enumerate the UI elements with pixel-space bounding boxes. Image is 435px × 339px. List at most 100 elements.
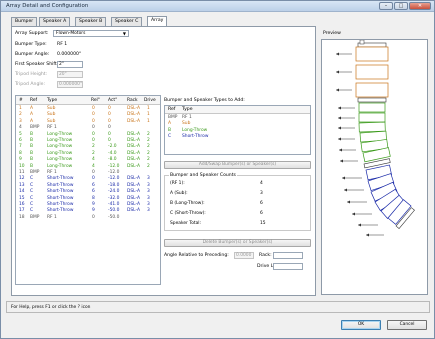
tab-speaker-c[interactable]: Speaker C [111,17,143,26]
bumper-type-value: RF 1 [57,42,68,47]
col-header-ref[interactable]: Ref [30,98,37,103]
cell-drive: 2 [147,150,150,156]
types-to-add-list[interactable]: Ref Type BMP RF 1 A Sub B Long-Throw C Short-Th… [164,105,311,155]
table-row[interactable]: 12 C Short-Throw 0 -12.0 DSL-A 3 [16,176,160,182]
tripod-height-input[interactable]: 20" [57,71,83,78]
cell-rel: 8 [92,195,95,201]
cell-rel: 0 [92,106,95,111]
cell-ref: B [30,144,34,150]
cell-number: 17 [19,208,25,214]
array-support-label: Array Support: [15,31,49,36]
cell-rel: 0 [92,170,95,175]
table-header: # Ref Type Rel° Act° Rack Drive [16,96,160,105]
cell-drive: 3 [147,189,150,195]
count-row: (RF 1): 4 [165,181,310,187]
ok-button[interactable]: OK [341,320,381,330]
table-row[interactable]: 2 A Sub 0 0 DSL-A 1 [16,112,160,118]
cell-ref: B [30,131,34,137]
cell-number: 13 [19,182,25,188]
tab-bumper[interactable]: Bumper [11,17,38,26]
col-header-type[interactable]: Type [47,98,57,103]
maximize-button[interactable]: □ [394,2,408,10]
cell-drive: 2 [147,138,150,143]
minimize-button[interactable]: – [379,2,393,10]
count-label: B (Long-Throw): [170,201,205,206]
cell-drive: 2 [147,163,150,169]
cell-number: 1 [19,106,22,111]
bumper-angle-value: 0.000000° [57,52,82,57]
table-row[interactable]: 14 C Short-Throw 6 -24.0 DSL-A 3 [16,189,160,195]
cell-drive: 2 [147,144,150,150]
arrow-head-icon [347,200,350,204]
cell-ref: B [30,150,34,156]
cell-rel: 0 [92,138,95,143]
table-row[interactable]: 9 B Long-Throw 4 -8.0 DSL-A 2 [16,157,160,163]
table-row[interactable]: 10 B Long-Throw 4 -12.0 DSL-A 2 [16,164,160,170]
tab-speaker-a[interactable]: Speaker A [39,17,71,26]
count-label: A (Sub): [170,191,188,196]
col-header-drive[interactable]: Drive [144,98,156,103]
cell-act: 0 [108,112,111,118]
cell-ref: C [30,182,34,188]
array-support-select[interactable]: Flown-Motors ▼ [53,30,129,37]
add-swap-button[interactable]: Add/Swap Bumper(s) or Speaker(s) [164,161,311,169]
rack-label: Rack: [259,253,272,258]
tab-array[interactable]: Array [147,16,168,26]
cell-number: 16 [19,202,25,207]
rack-input[interactable] [273,252,303,259]
title-bar[interactable]: Array Detail and Configuration – □ ✕ [1,1,434,12]
table-row[interactable]: 18 BMP RF 1 0 -50.0 [16,215,160,221]
list-item[interactable]: A Sub [165,121,310,127]
cell-act: -24.0 [108,189,120,195]
cell-ref: B [30,157,34,163]
drive-line-input[interactable] [273,263,303,270]
cell-act: -12.0 [108,170,120,175]
arrow-head-icon [338,126,341,130]
cell-ref: BMP [30,170,40,175]
cell-ref: B [30,138,34,143]
cell-act: -18.0 [108,182,120,188]
angle-relative-input[interactable]: 0.0000 [234,252,254,259]
close-button[interactable]: ✕ [409,2,431,10]
cell-ref: C [30,208,34,214]
cell-drive: 1 [147,106,150,111]
table-row[interactable]: 7 B Long-Throw 2 -2.0 DSL-A 2 [16,144,160,150]
table-row[interactable]: 15 C Short-Throw 8 -32.0 DSL-A 3 [16,196,160,202]
delete-button[interactable]: Delete Bumper(s) or Speaker(s) [164,239,311,247]
count-value: 3 [260,191,263,196]
cancel-button[interactable]: Cancel [387,320,427,330]
cell-rack: DSL-A [127,202,141,207]
types-header-ref[interactable]: Ref [168,107,175,112]
table-row[interactable]: 5 B Long-Throw 0 0 DSL-A 2 [16,132,160,138]
cell-number: 15 [19,195,25,201]
col-header-number[interactable]: # [19,98,23,103]
cell-rack: DSL-A [127,131,141,137]
cell-rel: 0 [92,125,95,131]
tab-speaker-b[interactable]: Speaker B [75,17,107,26]
cell-number: 7 [19,144,22,150]
count-value: 15 [260,221,266,226]
cell-number: 5 [19,131,22,137]
table-row[interactable]: 4 BMP RF 1 0 0 [16,125,160,131]
types-header-type[interactable]: Type [182,107,193,112]
cell-ref: B [30,163,34,169]
cell-type: Long-Throw [47,163,73,169]
count-row: A (Sub): 3 [165,191,310,197]
cell-number: 6 [19,138,22,143]
array-elements-table[interactable]: # Ref Type Rel° Act° Rack Drive 1 A Sub 0 0 D… [15,95,161,285]
cell-number: 18 [19,214,25,220]
cell-ref: C [30,189,34,195]
cell-type: Long-Throw [47,150,73,156]
col-header-act[interactable]: Act° [108,98,117,103]
list-item-type: Long-Throw [182,127,208,133]
cell-number: 4 [19,125,22,131]
cell-rack: DSL-A [127,138,141,143]
col-header-rel[interactable]: Rel° [91,98,100,103]
list-item[interactable]: C Short-Throw [165,134,310,140]
first-speaker-shift-input[interactable]: 2" [57,61,83,68]
tripod-angle-input[interactable]: 0.000000° [57,81,83,88]
table-row[interactable]: 17 C Short-Throw 9 -50.0 DSL-A 3 [16,208,160,214]
cell-type: Long-Throw [47,138,73,143]
col-header-rack[interactable]: Rack [127,98,138,103]
list-item-type: Short-Throw [182,134,209,140]
